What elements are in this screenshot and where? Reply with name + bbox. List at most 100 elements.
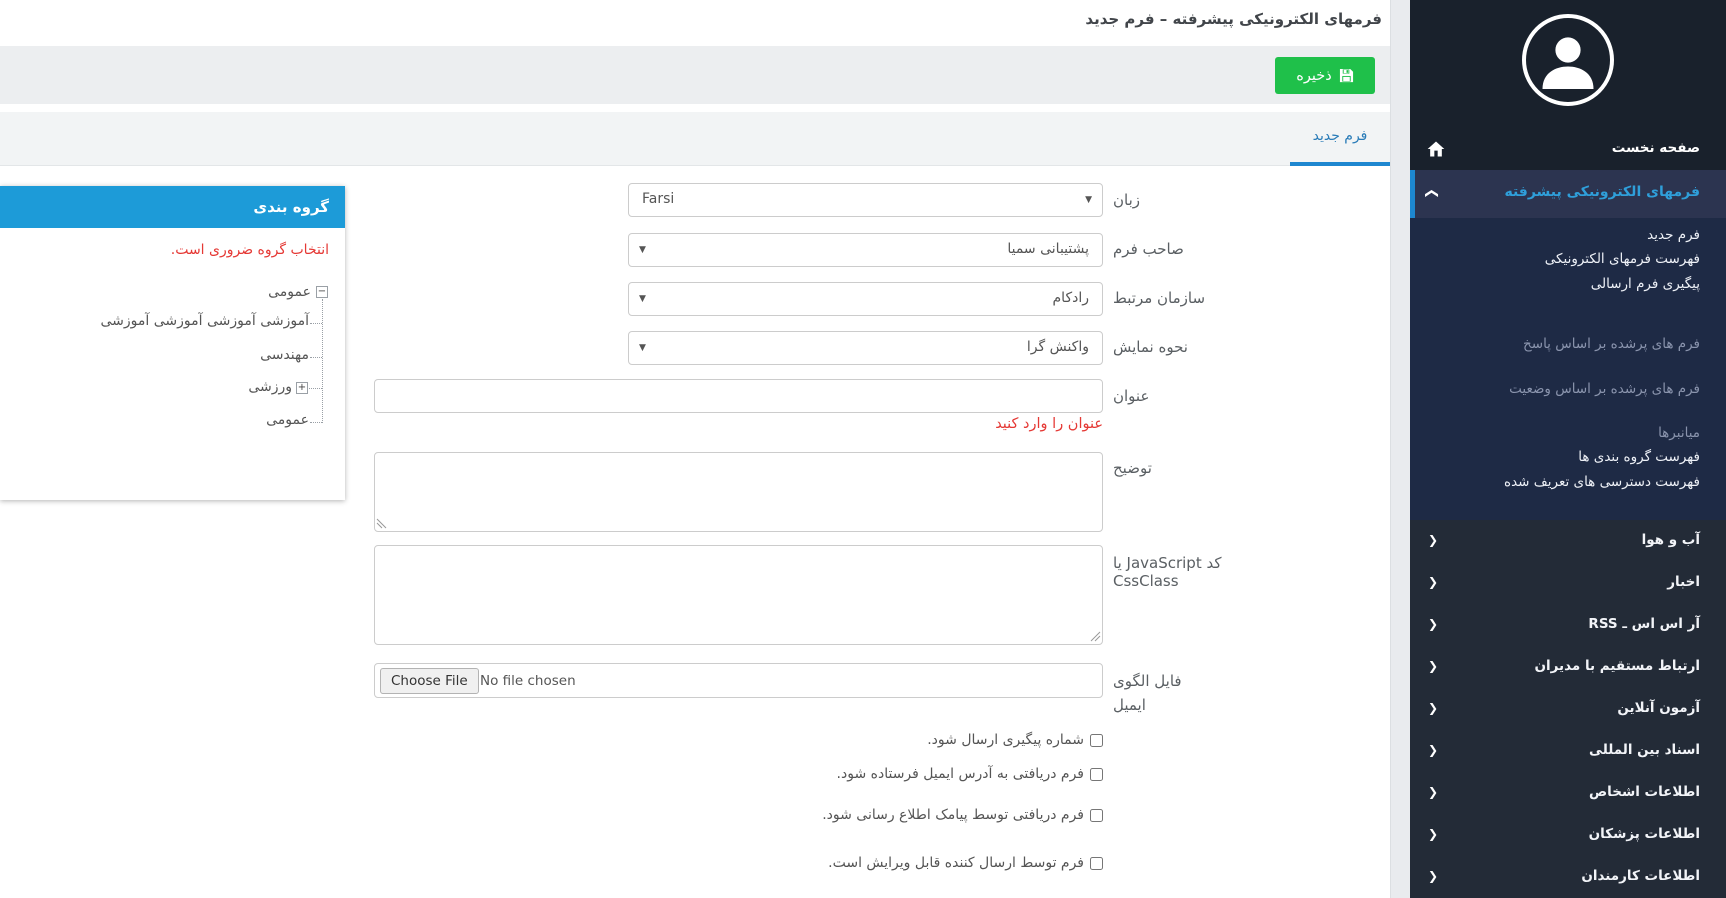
sidebar-item-doctors-info[interactable]: اطلاعات پزشکان ❮ xyxy=(1410,814,1726,856)
sidebar: صفحه نخست فرمهای الکترونیکی پیشرفته ❮ فر… xyxy=(1410,0,1726,898)
chevron-left-icon: ❮ xyxy=(1428,785,1439,799)
tree-node[interactable]: آموزشی آموزشی آموزشی آموزشی xyxy=(101,313,309,329)
submenu-filled-by-status[interactable]: فرم های پرشده بر اساس وضعیت xyxy=(1509,381,1700,397)
resize-grip-icon[interactable] xyxy=(376,518,387,529)
sidebar-submenu: فرم جدید فهرست فرمهای الکترونیکی پیگیری … xyxy=(1410,218,1726,520)
chevron-left-icon: ❮ xyxy=(1428,827,1439,841)
tab-new-form-label: فرم جدید xyxy=(1312,128,1368,144)
submenu-defined-permissions[interactable]: فهرست دسترسی های تعریف شده xyxy=(1504,474,1700,490)
expand-expander-icon[interactable]: + xyxy=(296,382,308,394)
tree-node[interactable]: ورزشی xyxy=(248,379,292,395)
description-textarea[interactable] xyxy=(374,452,1103,532)
resize-grip-icon[interactable] xyxy=(1090,631,1101,642)
tree-connector-line xyxy=(310,422,322,423)
tree-node[interactable]: مهندسی xyxy=(260,347,309,363)
sidebar-item-international-docs[interactable]: اسناد بین المللی ❮ xyxy=(1410,730,1726,772)
sidebar-item-advanced-forms[interactable]: فرمهای الکترونیکی پیشرفته ❮ xyxy=(1410,170,1726,218)
scrollbar[interactable] xyxy=(1390,0,1410,898)
sms-notify-label: فرم دریافتی توسط پیامک اطلاع رسانی شود. xyxy=(822,807,1084,823)
choose-file-button[interactable]: Choose File xyxy=(380,668,479,694)
title-error-text: عنوان را وارد کنید xyxy=(995,416,1103,432)
code-textarea[interactable] xyxy=(374,545,1103,645)
tab-strip: فرم جدید xyxy=(0,112,1390,167)
submenu-track-submission[interactable]: پیگیری فرم ارسالی xyxy=(1591,276,1700,292)
title-bar: فرمهای الکترونیکی پیشرفته – فرم جدید xyxy=(0,0,1390,46)
sidebar-item-persons-info[interactable]: اطلاعات اشخاص ❮ xyxy=(1410,772,1726,814)
chevron-left-icon: ❮ xyxy=(1428,533,1439,547)
chevron-left-icon: ❮ xyxy=(1428,869,1439,883)
floppy-disk-icon xyxy=(1339,68,1353,83)
collapse-expander-icon[interactable]: − xyxy=(316,286,328,298)
advanced-forms-label: فرمهای الکترونیکی پیشرفته xyxy=(1504,184,1700,200)
chevron-down-icon: ▼ xyxy=(639,245,646,255)
owner-select-value: پشتیبانی سمیا xyxy=(1007,241,1089,257)
chevron-left-icon: ❮ xyxy=(1428,701,1439,715)
chevron-down-icon: ▼ xyxy=(639,294,646,304)
grouping-panel: گروه بندی انتخاب گروه ضروری است. − عمومی… xyxy=(0,186,345,500)
display-mode-select[interactable]: واکنش گرا ▼ xyxy=(628,331,1103,365)
chevron-left-icon: ❮ xyxy=(1428,617,1439,631)
save-button-label: ذخیره xyxy=(1296,67,1332,84)
sms-notify-checkbox[interactable] xyxy=(1090,808,1103,822)
organization-select-value: رادکام xyxy=(1052,290,1089,306)
sidebar-item-online-exam[interactable]: آزمون آنلاین ❮ xyxy=(1410,688,1726,730)
tree-connector-line xyxy=(310,323,322,324)
toolbar: ذخیره xyxy=(0,46,1390,104)
title-input[interactable] xyxy=(374,379,1103,413)
sidebar-item-employees-info[interactable]: اطلاعات کارمندان ❮ xyxy=(1410,856,1726,898)
tree-connector-line xyxy=(309,388,322,389)
submenu-shortcuts[interactable]: میانبرها xyxy=(1658,425,1700,441)
chevron-left-icon: ❮ xyxy=(1428,743,1439,757)
owner-select[interactable]: پشتیبانی سمیا ▼ xyxy=(628,233,1103,267)
language-label: زبان xyxy=(1113,191,1141,209)
description-label: توضیح xyxy=(1113,459,1152,477)
sidebar-item-news[interactable]: اخبار ❮ xyxy=(1410,562,1726,604)
chevron-left-icon: ❮ xyxy=(1428,575,1439,589)
email-template-file-input[interactable]: Choose File No file chosen xyxy=(374,663,1103,698)
sms-notify-row: فرم دریافتی توسط پیامک اطلاع رسانی شود. xyxy=(374,806,1103,824)
tree-node[interactable]: عمومی xyxy=(266,412,309,428)
code-label: کد JavaScript یا CssClass xyxy=(1113,554,1222,590)
tree-connector-line xyxy=(310,357,322,358)
submenu-groupings-list[interactable]: فهرست گروه بندی ها xyxy=(1578,449,1700,465)
avatar xyxy=(1522,14,1614,106)
tracking-number-checkbox[interactable] xyxy=(1090,733,1103,747)
tree-connector-line xyxy=(322,299,323,423)
organization-select[interactable]: رادکام ▼ xyxy=(628,282,1103,316)
user-icon xyxy=(1542,37,1594,89)
display-mode-select-value: واکنش گرا xyxy=(1026,339,1089,355)
sidebar-item-rss[interactable]: آر اس اس ـ RSS ❮ xyxy=(1410,604,1726,646)
chevron-down-icon: ❮ xyxy=(1423,188,1439,199)
sender-editable-row: فرم توسط ارسال کننده قابل ویرایش است. xyxy=(374,854,1103,872)
email-forward-checkbox[interactable] xyxy=(1090,767,1103,781)
tracking-number-row: شماره پیگیری ارسال شود. xyxy=(374,731,1103,749)
organization-label: سازمان مرتبط xyxy=(1113,289,1206,307)
home-icon xyxy=(1427,141,1445,157)
chevron-left-icon: ❮ xyxy=(1428,659,1439,673)
active-item-indicator xyxy=(1410,170,1415,218)
owner-label: صاحب فرم xyxy=(1113,240,1184,258)
toolbar-gap xyxy=(0,104,1390,112)
tracking-number-label: شماره پیگیری ارسال شود. xyxy=(927,732,1084,748)
submenu-forms-list[interactable]: فهرست فرمهای الکترونیکی xyxy=(1545,251,1700,267)
sidebar-item-contact-managers[interactable]: ارتباط مستقیم با مدیران ❮ xyxy=(1410,646,1726,688)
chevron-down-icon: ▼ xyxy=(639,343,646,353)
sidebar-sections: آب و هوا ❮ اخبار ❮ آر اس اس ـ RSS ❮ ارتب… xyxy=(1410,520,1726,898)
sender-editable-checkbox[interactable] xyxy=(1090,856,1103,870)
home-label: صفحه نخست xyxy=(1611,140,1700,156)
page-title: فرمهای الکترونیکی پیشرفته – فرم جدید xyxy=(1085,10,1382,28)
avatar-block xyxy=(1410,0,1726,130)
email-forward-row: فرم دریافتی به آدرس ایمیل فرستاده شود. xyxy=(374,765,1103,783)
submenu-filled-by-answer[interactable]: فرم های پرشده بر اساس پاسخ xyxy=(1523,336,1700,352)
tree-node-root[interactable]: عمومی xyxy=(268,284,311,300)
display-mode-label: نحوه نمایش xyxy=(1113,338,1188,356)
language-select[interactable]: Farsi ▼ xyxy=(628,183,1103,217)
title-field-label: عنوان xyxy=(1113,387,1150,405)
sidebar-item-weather[interactable]: آب و هوا ❮ xyxy=(1410,520,1726,562)
email-template-label: فایل الگوی ایمیل xyxy=(1113,672,1182,714)
tab-new-form[interactable]: فرم جدید xyxy=(1290,112,1390,167)
submenu-new-form[interactable]: فرم جدید xyxy=(1647,227,1700,243)
sidebar-item-home[interactable]: صفحه نخست xyxy=(1410,130,1726,170)
email-forward-label: فرم دریافتی به آدرس ایمیل فرستاده شود. xyxy=(836,766,1084,782)
save-button[interactable]: ذخیره xyxy=(1275,57,1375,94)
